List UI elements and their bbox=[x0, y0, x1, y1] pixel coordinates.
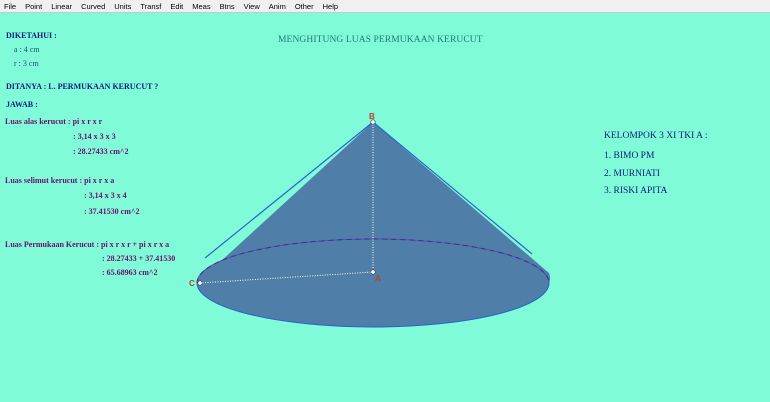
cone-diagram bbox=[196, 119, 551, 328]
page-title: MENGHITUNG LUAS PERMUKAAN KERUCUT bbox=[278, 35, 483, 45]
member-1: 1. BIMO PM bbox=[604, 151, 655, 161]
point-c[interactable] bbox=[197, 280, 203, 286]
member-2: 2. MURNIATI bbox=[604, 169, 660, 179]
selimut-step: : 3,14 x 3 x 4 bbox=[84, 191, 127, 200]
permukaan-result: : 65.68963 cm^2 bbox=[102, 268, 158, 277]
alas-result: : 28.27433 cm^2 bbox=[73, 147, 129, 156]
alas-step: : 3,14 x 3 x 3 bbox=[73, 132, 116, 141]
ditanya-text: DITANYA : L. PERMUKAAN KERUCUT ? bbox=[6, 82, 159, 91]
point-b-label: B bbox=[369, 112, 375, 121]
permukaan-label: Luas Permukaan Kerucut : pi x r x r + pi… bbox=[5, 240, 170, 249]
member-3: 3. RISKI APITA bbox=[604, 186, 668, 196]
permukaan-step: : 28.27433 + 37.41530 bbox=[102, 254, 176, 263]
alas-label: Luas alas kerucut : pi x r x r bbox=[5, 117, 103, 126]
point-c-label: C bbox=[189, 279, 195, 288]
diketahui-heading: DIKETAHUI : bbox=[6, 31, 57, 40]
given-r: r : 3 cm bbox=[14, 59, 39, 68]
selimut-result: : 37.41530 cm^2 bbox=[84, 207, 140, 216]
kelompok-heading: KELOMPOK 3 XI TKI A : bbox=[604, 131, 708, 141]
point-a-label: A bbox=[375, 274, 381, 283]
selimut-label: Luas selimut kerucut : pi x r x a bbox=[5, 176, 115, 185]
jawab-heading: JAWAB : bbox=[6, 100, 38, 109]
given-a: a : 4 cm bbox=[14, 45, 40, 54]
